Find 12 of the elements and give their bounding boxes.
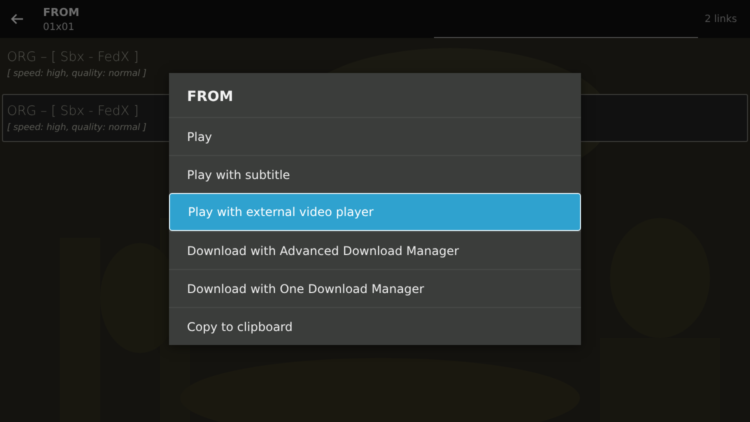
link-count: 2 links bbox=[704, 14, 737, 24]
link-details: [ speed: high, quality: normal ] bbox=[7, 68, 148, 78]
link-name: ORG – [ Sbx - FedX ] bbox=[7, 50, 140, 64]
link-name: ORG – [ Sbx - FedX ] bbox=[7, 104, 140, 118]
link-details: [ speed: high, quality: normal ] bbox=[7, 122, 148, 132]
dialog-title: FROM bbox=[186, 89, 234, 107]
menu-item[interactable]: Download with One Download Manager bbox=[169, 269, 581, 307]
menu-item[interactable]: Copy to clipboard bbox=[169, 307, 581, 345]
menu-item[interactable]: Download with Advanced Download Manager bbox=[169, 231, 581, 269]
episode-label: 01x01 bbox=[43, 22, 76, 32]
menu-item[interactable]: Play bbox=[169, 117, 581, 155]
page-title: FROM bbox=[43, 6, 80, 18]
